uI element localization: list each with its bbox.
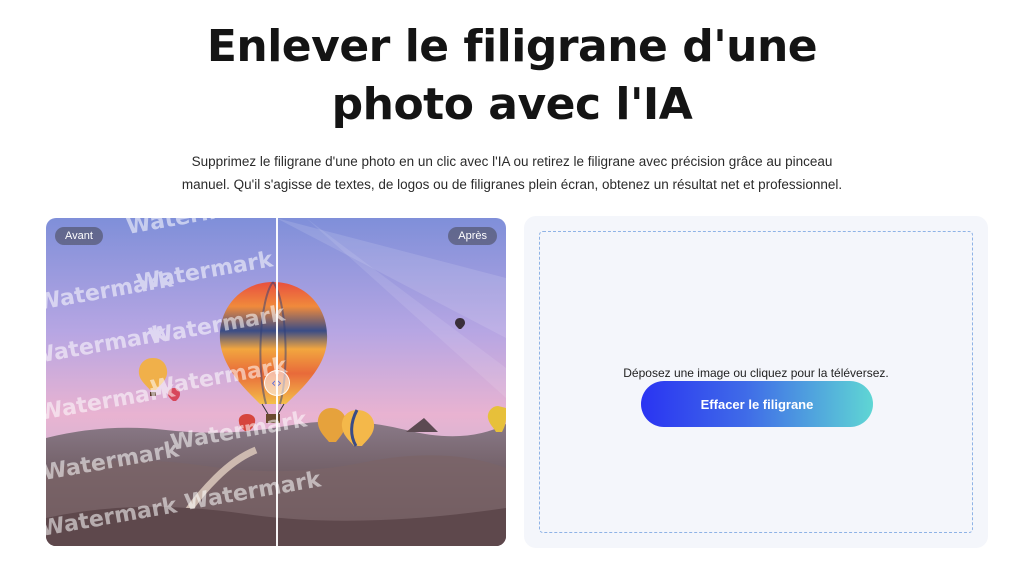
left-right-arrows-icon[interactable]: ‹› — [264, 370, 290, 396]
page-subtitle-line-1: Supprimez le filigrane d'une photo en un… — [191, 154, 833, 169]
before-after-comparison[interactable]: Watermark Watermark Watermark Watermark … — [46, 218, 506, 546]
after-label: Après — [448, 227, 497, 245]
remove-watermark-button[interactable]: Effacer le filigrane — [641, 381, 873, 427]
before-label: Avant — [55, 227, 103, 245]
image-dropzone[interactable]: Déposez une image ou cliquez pour la tél… — [539, 231, 973, 533]
page-subtitle-line-2: manuel. Qu'il s'agisse de textes, de log… — [181, 177, 843, 192]
upload-card: Déposez une image ou cliquez pour la tél… — [524, 216, 988, 548]
page-title-line-2: photo avec l'IA — [331, 79, 693, 130]
page-subtitle: Supprimez le filigrane d'une photo en un… — [140, 150, 884, 196]
dropzone-prompt: Déposez une image ou cliquez pour la tél… — [623, 366, 889, 380]
page-title: Enlever le filigrane d'une photo avec l'… — [0, 18, 1024, 134]
page-title-line-1: Enlever le filigrane d'une — [206, 21, 818, 72]
